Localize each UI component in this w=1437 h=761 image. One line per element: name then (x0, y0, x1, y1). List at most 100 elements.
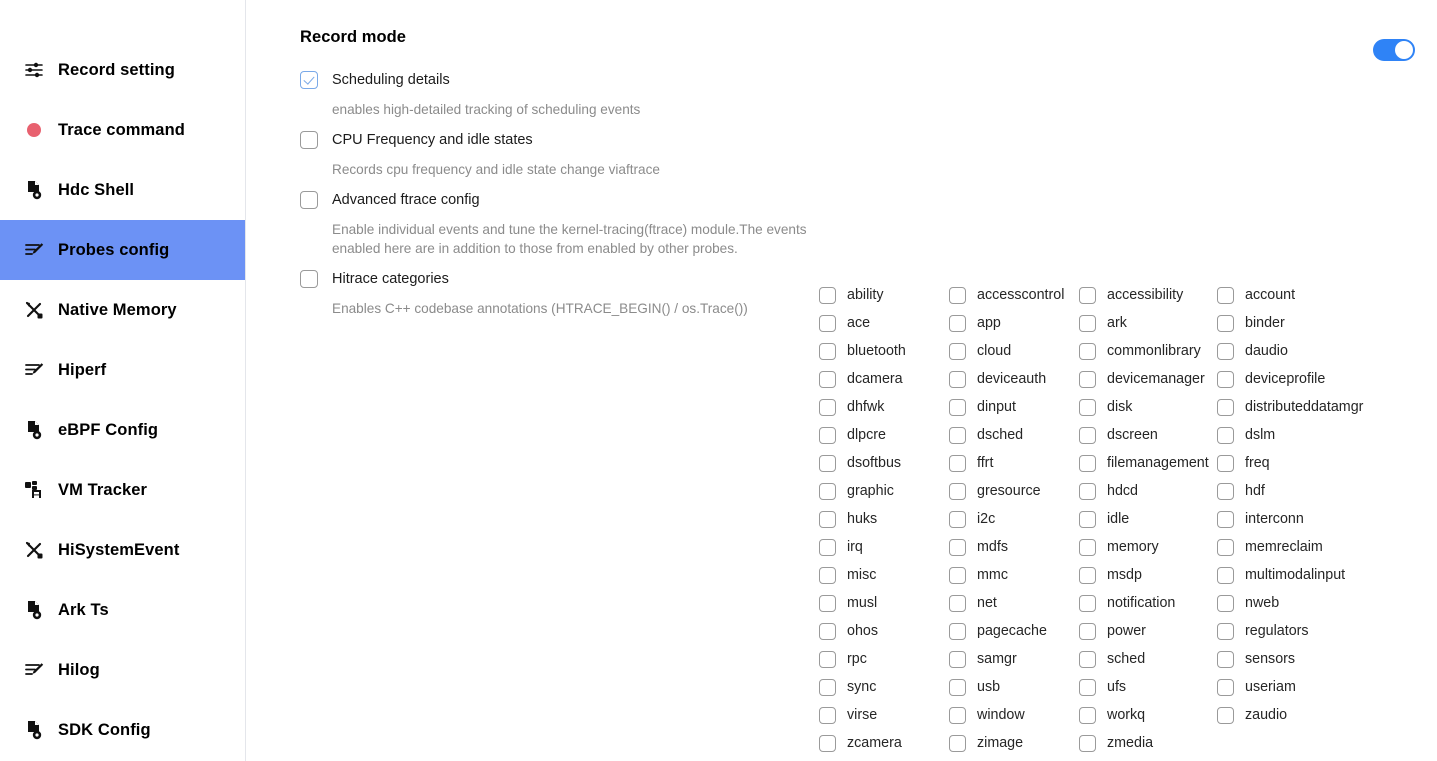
category-label[interactable]: zimage (977, 735, 1023, 751)
category-label[interactable]: dhfwk (847, 399, 884, 415)
checkbox-category-dscreen[interactable] (1079, 426, 1096, 444)
sidebar-item-hilog[interactable]: Hilog (0, 640, 245, 700)
checkbox-category-app[interactable] (949, 314, 966, 332)
checkbox-category-interconn[interactable] (1217, 510, 1234, 528)
checkbox-category-notification[interactable] (1079, 594, 1096, 612)
checkbox-category-disk[interactable] (1079, 398, 1096, 416)
checkbox-category-account[interactable] (1217, 286, 1234, 304)
record-mode-toggle[interactable] (1373, 39, 1415, 61)
checkbox-category-useriam[interactable] (1217, 678, 1234, 696)
category-label[interactable]: cloud (977, 343, 1011, 359)
category-label[interactable]: interconn (1245, 511, 1304, 527)
category-label[interactable]: memory (1107, 539, 1159, 555)
sidebar-item-sdk-config[interactable]: SDK Config (0, 700, 245, 760)
category-label[interactable]: account (1245, 287, 1295, 303)
category-label[interactable]: pagecache (977, 623, 1047, 639)
checkbox-category-window[interactable] (949, 706, 966, 724)
category-label[interactable]: virse (847, 707, 877, 723)
category-label[interactable]: hdf (1245, 483, 1265, 499)
sidebar-item-native-memory[interactable]: Native Memory (0, 280, 245, 340)
category-label[interactable]: usb (977, 679, 1000, 695)
checkbox-category-workq[interactable] (1079, 706, 1096, 724)
checkbox-category-rpc[interactable] (819, 650, 836, 668)
category-label[interactable]: dinput (977, 399, 1016, 415)
checkbox-category-virse[interactable] (819, 706, 836, 724)
checkbox-scheduling-details[interactable] (300, 71, 318, 89)
sidebar-item-probes-config[interactable]: Probes config (0, 220, 245, 280)
checkbox-category-dcamera[interactable] (819, 370, 836, 388)
checkbox-category-ark[interactable] (1079, 314, 1096, 332)
checkbox-category-hdcd[interactable] (1079, 482, 1096, 500)
category-label[interactable]: sched (1107, 651, 1145, 667)
sidebar-item-hisystemevent[interactable]: HiSystemEvent (0, 520, 245, 580)
checkbox-category-freq[interactable] (1217, 454, 1234, 472)
category-label[interactable]: dcamera (847, 371, 903, 387)
category-label[interactable]: commonlibrary (1107, 343, 1201, 359)
category-label[interactable]: disk (1107, 399, 1132, 415)
checkbox-category-misc[interactable] (819, 566, 836, 584)
category-label[interactable]: accesscontrol (977, 287, 1064, 303)
category-label[interactable]: dlpcre (847, 427, 886, 443)
category-label[interactable]: zcamera (847, 735, 902, 751)
checkbox-category-sync[interactable] (819, 678, 836, 696)
option-label[interactable]: Scheduling details (332, 72, 450, 88)
checkbox-category-ffrt[interactable] (949, 454, 966, 472)
category-label[interactable]: rpc (847, 651, 867, 667)
checkbox-category-irq[interactable] (819, 538, 836, 556)
checkbox-category-dlpcre[interactable] (819, 426, 836, 444)
checkbox-category-dhfwk[interactable] (819, 398, 836, 416)
checkbox-category-sensors[interactable] (1217, 650, 1234, 668)
category-label[interactable]: nweb (1245, 595, 1279, 611)
checkbox-category-hdf[interactable] (1217, 482, 1234, 500)
category-label[interactable]: net (977, 595, 997, 611)
checkbox-category-ohos[interactable] (819, 622, 836, 640)
checkbox-category-ability[interactable] (819, 286, 836, 304)
sidebar-item-vm-tracker[interactable]: VM Tracker (0, 460, 245, 520)
category-label[interactable]: useriam (1245, 679, 1296, 695)
category-label[interactable]: sync (847, 679, 876, 695)
checkbox-category-pagecache[interactable] (949, 622, 966, 640)
sidebar-item-trace-command[interactable]: Trace command (0, 100, 245, 160)
category-label[interactable]: dscreen (1107, 427, 1158, 443)
checkbox-category-accessibility[interactable] (1079, 286, 1096, 304)
option-label[interactable]: Hitrace categories (332, 271, 449, 287)
category-label[interactable]: binder (1245, 315, 1285, 331)
checkbox-category-cloud[interactable] (949, 342, 966, 360)
category-label[interactable]: ohos (847, 623, 878, 639)
checkbox-category-samgr[interactable] (949, 650, 966, 668)
category-label[interactable]: musl (847, 595, 877, 611)
category-label[interactable]: mmc (977, 567, 1008, 583)
checkbox-category-i2c[interactable] (949, 510, 966, 528)
checkbox-category-zimage[interactable] (949, 734, 966, 752)
category-label[interactable]: power (1107, 623, 1146, 639)
category-label[interactable]: huks (847, 511, 877, 527)
category-label[interactable]: daudio (1245, 343, 1288, 359)
checkbox-category-devicemanager[interactable] (1079, 370, 1096, 388)
checkbox-category-dsoftbus[interactable] (819, 454, 836, 472)
category-label[interactable]: gresource (977, 483, 1041, 499)
option-label[interactable]: CPU Frequency and idle states (332, 132, 533, 148)
category-label[interactable]: misc (847, 567, 876, 583)
category-label[interactable]: hdcd (1107, 483, 1138, 499)
category-label[interactable]: ark (1107, 315, 1127, 331)
category-label[interactable]: ace (847, 315, 870, 331)
category-label[interactable]: dslm (1245, 427, 1275, 443)
category-label[interactable]: filemanagement (1107, 455, 1209, 471)
checkbox-category-daudio[interactable] (1217, 342, 1234, 360)
checkbox-category-msdp[interactable] (1079, 566, 1096, 584)
category-label[interactable]: msdp (1107, 567, 1142, 583)
category-label[interactable]: app (977, 315, 1001, 331)
category-label[interactable]: bluetooth (847, 343, 906, 359)
checkbox-advanced-ftrace[interactable] (300, 191, 318, 209)
category-label[interactable]: window (977, 707, 1025, 723)
checkbox-category-mmc[interactable] (949, 566, 966, 584)
sidebar-item-hiperf[interactable]: Hiperf (0, 340, 245, 400)
category-label[interactable]: idle (1107, 511, 1129, 527)
checkbox-category-power[interactable] (1079, 622, 1096, 640)
category-label[interactable]: mdfs (977, 539, 1008, 555)
checkbox-category-deviceprofile[interactable] (1217, 370, 1234, 388)
checkbox-category-idle[interactable] (1079, 510, 1096, 528)
checkbox-category-binder[interactable] (1217, 314, 1234, 332)
sidebar-item-ebpf-config[interactable]: eBPF Config (0, 400, 245, 460)
category-label[interactable]: distributeddatamgr (1245, 399, 1363, 415)
